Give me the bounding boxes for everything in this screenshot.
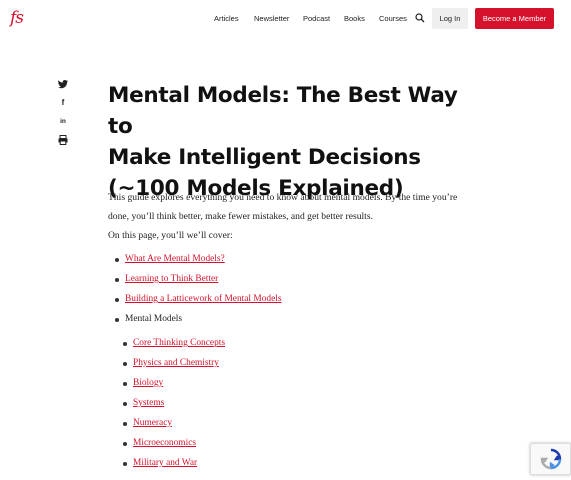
cover-label: On this page, you’ll we’ll cover: [108,230,233,241]
bullet [123,422,127,426]
subtoc-item: Military and War [133,458,197,468]
subtoc-link-physics-chemistry[interactable]: Physics and Chemistry [133,358,219,368]
nav-newsletter[interactable]: Newsletter [254,14,289,23]
toc-item: Mental Models [125,314,182,324]
search-icon[interactable] [415,13,425,23]
toc-link-learning-to-think-better[interactable]: Learning to Think Better [125,274,218,284]
nav-articles[interactable]: Articles [214,14,239,23]
title-line: Make Intelligent Decisions [108,145,421,170]
bullet [123,442,127,446]
subtoc-item: Systems [133,398,164,408]
recaptcha-icon [540,448,561,470]
subtoc-item: Microeconomics [133,438,196,448]
subtoc-item: Physics and Chemistry [133,358,219,368]
toc-item: What Are Mental Models? [125,254,225,264]
twitter-icon[interactable] [56,78,70,90]
subtoc-link-microeconomics[interactable]: Microeconomics [133,438,196,448]
print-icon[interactable] [56,134,70,146]
subtoc-link-biology[interactable]: Biology [133,378,163,388]
title-line: Mental Models: The Best Way to [108,83,458,139]
bullet [115,298,119,302]
facebook-icon[interactable]: f [56,96,70,108]
article-title: Mental Models: The Best Way to Make Inte… [108,80,468,204]
subtoc-item: Numeracy [133,418,172,428]
subtoc-link-core-thinking[interactable]: Core Thinking Concepts [133,338,225,348]
site-header: fs Articles Newsletter Podcast Books Cou… [0,0,571,38]
intro-paragraph: This guide explores everything you need … [108,192,458,222]
bullet [123,342,127,346]
bullet [115,318,119,322]
nav-books[interactable]: Books [344,14,365,23]
subtoc-link-military-war[interactable]: Military and War [133,458,197,468]
bullet [123,402,127,406]
toc-link-latticework[interactable]: Building a Latticework of Mental Models [125,294,281,304]
toc-label-mental-models: Mental Models [125,314,183,324]
nav-courses[interactable]: Courses [379,14,407,23]
subtoc-link-systems[interactable]: Systems [133,398,164,408]
bullet [123,362,127,366]
nav-podcast[interactable]: Podcast [303,14,330,23]
bullet [123,382,127,386]
bullet [115,258,119,262]
subtoc-link-numeracy[interactable]: Numeracy [133,418,172,428]
fs-logo[interactable]: fs [10,8,24,28]
toc-item: Learning to Think Better [125,274,218,284]
subtoc-item: Biology [133,378,163,388]
toc-link-what-are-mental-models[interactable]: What Are Mental Models? [125,254,225,264]
recaptcha-badge[interactable] [530,443,571,475]
subtoc-item: Core Thinking Concepts [133,338,225,348]
toc-item: Building a Latticework of Mental Models [125,294,281,304]
bullet [123,462,127,466]
bullet [115,278,119,282]
become-member-button[interactable]: Become a Member [475,8,554,29]
linkedin-icon[interactable]: in [56,115,70,127]
login-button[interactable]: Log In [432,8,468,29]
